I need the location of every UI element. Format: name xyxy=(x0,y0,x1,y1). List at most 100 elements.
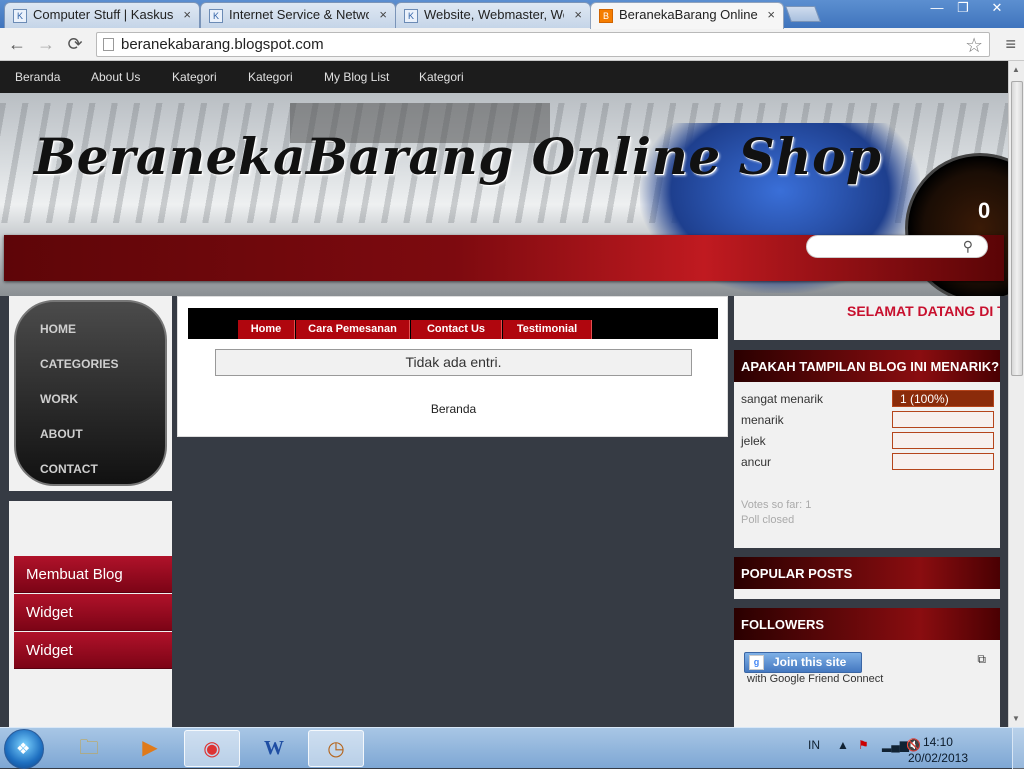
kaskus-favicon-icon: K xyxy=(209,9,223,23)
system-clock[interactable]: 14:10 20/02/2013 xyxy=(908,734,968,766)
window-controls: — ❐ ✕ xyxy=(924,0,1018,18)
content-sub-nav: Home Cara Pemesanan Contact Us Testimoni… xyxy=(188,308,718,339)
subnav-home[interactable]: Home xyxy=(238,320,295,339)
tray-expand-icon[interactable]: ▲ xyxy=(837,738,849,752)
windows-logo-icon: ❖ xyxy=(16,741,31,758)
subnav-contact-us[interactable]: Contact Us xyxy=(411,320,502,339)
back-button[interactable]: ← xyxy=(6,33,28,55)
tab-title: Computer Stuff | Kaskus - xyxy=(33,7,173,22)
kaskus-favicon-icon: K xyxy=(13,9,27,23)
clock-time: 14:10 xyxy=(922,735,953,749)
scroll-down-icon[interactable]: ▼ xyxy=(1012,714,1020,723)
popout-icon[interactable]: ⧉ xyxy=(977,652,986,667)
left-menu-panel: HOME CATEGORIES WORK ABOUT CONTACT xyxy=(9,296,172,491)
new-tab-button[interactable] xyxy=(785,6,821,22)
membuat-blog-button[interactable]: Membuat Blog xyxy=(14,556,172,593)
pill-menu-categories[interactable]: CATEGORIES xyxy=(40,357,118,371)
blog-top-nav: Beranda About Us Kategori Kategori My Bl… xyxy=(0,61,1008,93)
poll-option-bar xyxy=(892,411,994,428)
page-icon xyxy=(103,38,114,51)
pill-menu-contact[interactable]: CONTACT xyxy=(40,462,98,476)
search-icon[interactable]: ⚲ xyxy=(963,238,973,255)
network-icon[interactable]: ▂▄▆ xyxy=(882,738,909,752)
forward-button[interactable]: → xyxy=(35,33,57,55)
browser-tab-internet-service[interactable]: K Internet Service & Networ × xyxy=(200,2,396,28)
browser-tab-strip: K Computer Stuff | Kaskus - × K Internet… xyxy=(0,0,1024,29)
poll-option-label: menarik xyxy=(741,413,784,427)
widget-button[interactable]: Widget xyxy=(14,594,172,631)
gfc-subtitle: with Google Friend Connect xyxy=(747,673,884,685)
show-desktop-button[interactable] xyxy=(1012,728,1024,769)
address-bar[interactable]: beranekabarang.blogspot.com ☆ xyxy=(96,32,990,57)
nav-kategori[interactable]: Kategori xyxy=(248,70,293,84)
close-window-button[interactable]: ✕ xyxy=(976,0,1018,18)
join-this-site-button[interactable]: g Join this site xyxy=(744,652,862,673)
word-icon[interactable]: W xyxy=(246,730,302,767)
maximize-button[interactable]: ❐ xyxy=(950,0,976,18)
close-icon[interactable]: × xyxy=(767,7,775,22)
poll-option-label: ancur xyxy=(741,455,772,469)
browser-tab-beranekabarang[interactable]: B BeranekaBarang Online Sh × xyxy=(590,2,784,29)
poll-option-bar xyxy=(892,453,994,470)
browser-toolbar: ← → ⟳ beranekabarang.blogspot.com ☆ ≡ xyxy=(0,28,1024,61)
clock-app-icon[interactable]: ◷ xyxy=(308,730,364,767)
scroll-up-icon[interactable]: ▲ xyxy=(1012,65,1020,74)
close-icon[interactable]: × xyxy=(183,7,191,22)
folder-icon[interactable]: 🗀 xyxy=(61,730,117,767)
blog-search-input[interactable]: ⚲ xyxy=(806,235,988,258)
main-content: Home Cara Pemesanan Contact Us Testimoni… xyxy=(177,296,728,437)
poll-option-bar: 1 (100%) xyxy=(892,390,994,407)
poll-widget: APAKAH TAMPILAN BLOG INI MENARIK? sangat… xyxy=(734,350,1000,548)
pill-menu-home[interactable]: HOME xyxy=(40,322,76,336)
subnav-cara-pemesanan[interactable]: Cara Pemesanan xyxy=(296,320,410,339)
blog-header: 0 BeranekaBarang Online Shop ⚲ xyxy=(0,93,1008,296)
nav-my-blog-list[interactable]: My Blog List xyxy=(324,70,389,84)
bookmark-star-icon[interactable]: ☆ xyxy=(965,33,983,58)
pill-menu-about[interactable]: ABOUT xyxy=(40,427,83,441)
pill-menu-work[interactable]: WORK xyxy=(40,392,78,406)
left-links-panel: Membuat Blog Widget Widget xyxy=(9,501,172,727)
poll-option-result: 1 (100%) xyxy=(900,392,949,406)
poll-option-bar xyxy=(892,432,994,449)
browser-tab-website[interactable]: K Website, Webmaster, Web × xyxy=(395,2,591,28)
media-player-icon[interactable]: ▶ xyxy=(122,730,178,767)
kaskus-favicon-icon: K xyxy=(404,9,418,23)
google-icon: g xyxy=(749,655,764,670)
minimize-button[interactable]: — xyxy=(924,0,950,18)
start-button[interactable]: ❖ xyxy=(4,729,44,769)
close-icon[interactable]: × xyxy=(379,7,387,22)
chrome-icon[interactable]: ◉ xyxy=(184,730,240,767)
nav-kategori[interactable]: Kategori xyxy=(172,70,217,84)
scroll-thumb[interactable] xyxy=(1011,81,1023,376)
tab-title: Website, Webmaster, Web xyxy=(424,7,564,22)
subnav-testimonial[interactable]: Testimonial xyxy=(503,320,592,339)
chrome-menu-button[interactable]: ≡ xyxy=(1005,34,1016,55)
blogger-favicon-icon: B xyxy=(599,9,613,23)
poll-option-label: jelek xyxy=(741,434,766,448)
no-entries-message: Tidak ada entri. xyxy=(215,349,692,376)
url-text[interactable]: beranekabarang.blogspot.com xyxy=(121,36,324,53)
nav-kategori[interactable]: Kategori xyxy=(419,70,464,84)
nav-beranda[interactable]: Beranda xyxy=(15,70,60,84)
action-center-icon[interactable]: ⚑ xyxy=(858,738,869,752)
home-link: Beranda xyxy=(178,402,729,416)
popular-posts-widget: POPULAR POSTS xyxy=(734,557,1000,599)
widget-button[interactable]: Widget xyxy=(14,632,172,669)
close-icon[interactable]: × xyxy=(574,7,582,22)
pill-menu: HOME CATEGORIES WORK ABOUT CONTACT xyxy=(14,300,167,486)
language-indicator[interactable]: IN xyxy=(808,738,820,752)
poll-votes: Votes so far: 1 xyxy=(741,499,812,511)
browser-tab-kaskus[interactable]: K Computer Stuff | Kaskus - × xyxy=(4,2,200,28)
nav-about-us[interactable]: About Us xyxy=(91,70,140,84)
popular-posts-title: POPULAR POSTS xyxy=(734,557,1000,589)
windows-taskbar: ❖ 🗀 ▶ ◉ W ◷ IN ▲ ⚑ ▂▄▆ 🔇 14:10 20/02/201… xyxy=(0,727,1024,769)
poll-option-label: sangat menarik xyxy=(741,392,824,406)
welcome-marquee: SELAMAT DATANG DI T xyxy=(734,296,1000,340)
reload-button[interactable]: ⟳ xyxy=(64,33,86,55)
site-title[interactable]: BeranekaBarang Online Shop xyxy=(34,127,881,186)
beranda-link[interactable]: Beranda xyxy=(431,402,476,416)
followers-widget: FOLLOWERS g Join this site with Google F… xyxy=(734,608,1000,727)
poll-status: Poll closed xyxy=(741,514,795,526)
page-scrollbar[interactable]: ▲ ▼ xyxy=(1008,61,1024,727)
poll-title: APAKAH TAMPILAN BLOG INI MENARIK? xyxy=(734,350,1000,382)
